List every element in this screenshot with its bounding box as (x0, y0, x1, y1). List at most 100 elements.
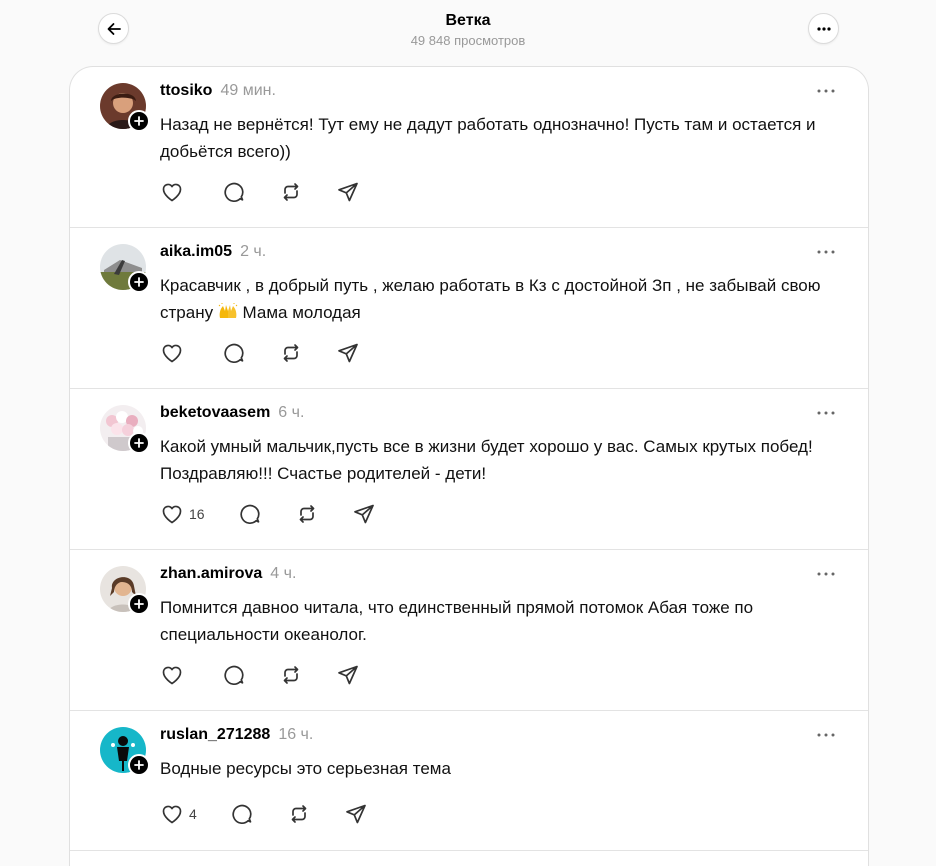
repost-button[interactable] (279, 339, 303, 367)
more-horizontal-icon (817, 572, 835, 576)
raising-hands-icon (218, 303, 238, 318)
follow-plus-button[interactable] (128, 432, 150, 454)
post-actions (160, 339, 393, 367)
post-text: Какой умный мальчик,пусть все в жизни бу… (160, 437, 813, 483)
like-count: 16 (189, 506, 205, 522)
comment-icon (239, 504, 260, 524)
more-horizontal-icon (817, 733, 835, 737)
post-actions (160, 661, 393, 689)
share-button[interactable] (344, 800, 368, 828)
post-more-button[interactable] (814, 564, 838, 584)
plus-icon (134, 277, 144, 287)
reply-post: ttosiko 49 мин. Назад не вернётся! Тут е… (70, 67, 868, 228)
plus-icon (134, 116, 144, 126)
comment-button[interactable] (222, 661, 246, 689)
repost-button[interactable] (295, 500, 319, 528)
plus-icon (134, 760, 144, 770)
like-button[interactable] (160, 178, 189, 206)
more-options-button[interactable] (808, 13, 839, 44)
reply-post: zhan.amirova 4 ч. Помнится давноо читала… (70, 550, 868, 711)
post-header: aika.im05 2 ч. (160, 243, 266, 265)
post-time[interactable]: 4 ч. (270, 565, 296, 583)
thread-panel: ttosiko 49 мин. Назад не вернётся! Тут е… (69, 66, 869, 866)
post-time[interactable]: 49 мин. (220, 82, 275, 100)
post-more-button[interactable] (814, 403, 838, 423)
post-time[interactable]: 2 ч. (240, 243, 266, 261)
follow-plus-button[interactable] (128, 593, 150, 615)
plus-icon (134, 599, 144, 609)
like-button[interactable] (160, 661, 189, 689)
more-horizontal-icon (817, 411, 835, 415)
share-icon (338, 343, 358, 363)
repost-button[interactable] (279, 178, 303, 206)
heart-icon (162, 805, 182, 824)
post-header: zhan.amirova 4 ч. (160, 565, 296, 587)
post-actions: 4 (160, 800, 401, 828)
post-time[interactable]: 6 ч. (278, 404, 304, 422)
share-button[interactable] (336, 339, 360, 367)
post-text: Водные ресурсы это серьезная тема (160, 759, 451, 778)
like-button[interactable] (160, 339, 189, 367)
repost-button[interactable] (279, 661, 303, 689)
title-block: Ветка 49 848 просмотров (0, 11, 936, 50)
reply-post: aika.im05 2 ч. Красавчик , в добрый путь… (70, 228, 868, 389)
share-icon (338, 665, 358, 685)
comment-icon (224, 182, 244, 202)
post-text-part: Мама молодая (237, 303, 361, 322)
post-time[interactable]: 16 ч. (278, 726, 313, 744)
post-more-button[interactable] (814, 81, 838, 101)
comment-icon (232, 804, 252, 824)
username[interactable]: ruslan_271288 (160, 726, 270, 744)
post-actions (160, 178, 393, 206)
username[interactable]: ttosiko (160, 82, 212, 100)
more-horizontal-icon (816, 26, 831, 31)
repost-icon (283, 344, 299, 362)
post-actions: 16 (160, 500, 409, 528)
repost-icon (291, 805, 307, 823)
heart-icon (162, 666, 182, 685)
reply-post: ruslan_271288 16 ч. Водные ресурсы это с… (70, 711, 868, 851)
username[interactable]: zhan.amirova (160, 565, 262, 583)
comment-button[interactable] (230, 800, 254, 828)
share-button[interactable] (352, 500, 376, 528)
share-icon (338, 182, 358, 202)
post-more-button[interactable] (814, 725, 838, 745)
username[interactable]: beketovaasem (160, 404, 270, 422)
more-horizontal-icon (817, 250, 835, 254)
heart-icon (162, 183, 182, 202)
page-title: Ветка (445, 12, 491, 29)
follow-plus-button[interactable] (128, 271, 150, 293)
like-count: 4 (189, 806, 197, 822)
share-button[interactable] (336, 178, 360, 206)
post-header: ttosiko 49 мин. (160, 82, 276, 104)
post-header: ruslan_271288 16 ч. (160, 726, 313, 748)
like-button[interactable]: 16 (160, 500, 205, 528)
post-more-button[interactable] (814, 242, 838, 262)
repost-icon (299, 505, 314, 523)
post-header: beketovaasem 6 ч. (160, 404, 304, 426)
top-bar: Ветка 49 848 просмотров (0, 0, 936, 66)
post-text: Помнится давноо читала, что единственный… (160, 598, 754, 644)
repost-icon (283, 666, 299, 684)
comment-button[interactable] (222, 339, 246, 367)
reply-post: beketovaasem 6 ч. Какой умный мальчик,пу… (70, 389, 868, 550)
comment-icon (224, 343, 244, 363)
like-button[interactable]: 4 (160, 800, 197, 828)
comment-button[interactable] (238, 500, 262, 528)
username[interactable]: aika.im05 (160, 243, 232, 261)
plus-icon (134, 438, 144, 448)
more-horizontal-icon (817, 89, 835, 93)
heart-icon (162, 505, 182, 524)
repost-icon (283, 183, 299, 201)
repost-button[interactable] (287, 800, 311, 828)
heart-icon (162, 344, 182, 363)
comment-icon (224, 665, 244, 685)
post-text: Красавчик , в добрый путь , желаю работа… (160, 272, 830, 326)
follow-plus-button[interactable] (128, 754, 150, 776)
follow-plus-button[interactable] (128, 110, 150, 132)
share-icon (345, 804, 366, 824)
comment-button[interactable] (222, 178, 246, 206)
share-button[interactable] (336, 661, 360, 689)
post-text: Назад не вернётся! Тут ему не дадут рабо… (160, 115, 816, 161)
view-count: 49 848 просмотров (410, 33, 526, 48)
